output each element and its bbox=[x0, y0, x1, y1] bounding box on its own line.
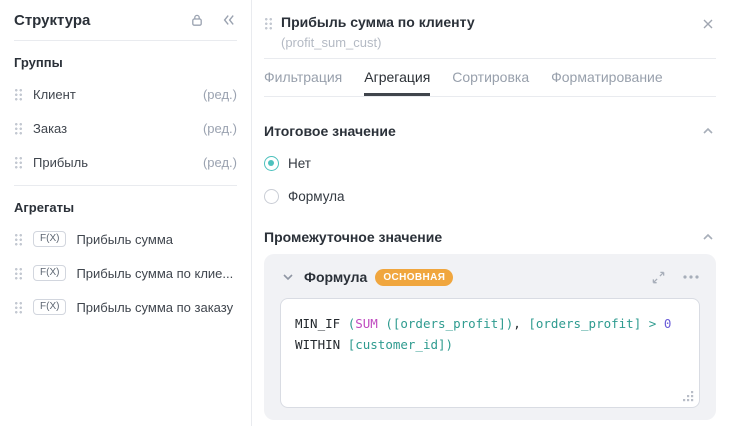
group-item-profit[interactable]: Прибыль (ред.) bbox=[14, 145, 237, 179]
resize-grip-icon[interactable] bbox=[683, 391, 694, 402]
aggregates-list: F(X) Прибыль сумма F(X) Прибыль сумма по… bbox=[14, 222, 237, 324]
aggregates-heading: Агрегаты bbox=[14, 200, 237, 218]
collapse-double-chevron-icon[interactable] bbox=[221, 12, 237, 28]
formula-block-title: Формула bbox=[304, 269, 367, 285]
tab-formatting[interactable]: Форматирование bbox=[551, 59, 663, 96]
formula-card: Формула ОСНОВНАЯ bbox=[264, 254, 716, 420]
drag-handle-icon[interactable] bbox=[14, 233, 23, 246]
aggregate-item-profit-sum[interactable]: F(X) Прибыль сумма bbox=[14, 222, 237, 256]
chevron-down-icon[interactable] bbox=[280, 269, 296, 285]
sidebar-divider bbox=[14, 185, 237, 186]
formula-fx-badge: F(X) bbox=[33, 231, 66, 247]
aggregate-item-label: Прибыль сумма по клие... bbox=[76, 266, 237, 281]
edit-link[interactable]: (ред.) bbox=[203, 121, 237, 136]
group-item-order[interactable]: Заказ (ред.) bbox=[14, 111, 237, 145]
groups-heading: Группы bbox=[14, 55, 237, 73]
aggregate-item-label: Прибыль сумма по заказу bbox=[76, 300, 237, 315]
close-icon[interactable] bbox=[700, 16, 716, 32]
drag-handle-icon[interactable] bbox=[14, 267, 23, 280]
app-window: Структура Группы bbox=[0, 0, 730, 426]
panel-title: Прибыль сумма по клиенту bbox=[281, 14, 700, 30]
sidebar-divider bbox=[14, 40, 237, 41]
radio-label: Нет bbox=[288, 156, 311, 171]
drag-handle-icon[interactable] bbox=[14, 301, 23, 314]
primary-badge: ОСНОВНАЯ bbox=[375, 269, 453, 286]
total-value-option-formula[interactable]: Формула bbox=[264, 187, 716, 205]
total-value-option-none[interactable]: Нет bbox=[264, 154, 716, 172]
field-settings-panel: Прибыль сумма по клиенту (profit_sum_cus… bbox=[252, 0, 730, 426]
drag-handle-icon[interactable] bbox=[14, 156, 23, 169]
edit-link[interactable]: (ред.) bbox=[203, 87, 237, 102]
intermediate-value-section-header: Промежуточное значение bbox=[264, 229, 716, 245]
sidebar-header: Структура bbox=[14, 0, 237, 40]
tab-filtering[interactable]: Фильтрация bbox=[264, 59, 342, 96]
total-value-section-header: Итоговое значение bbox=[264, 123, 716, 139]
drag-handle-icon[interactable] bbox=[14, 122, 23, 135]
formula-fx-badge: F(X) bbox=[33, 265, 66, 281]
chevron-up-icon[interactable] bbox=[700, 123, 716, 139]
formula-code-editor[interactable]: MIN_IF (SUM ([orders_profit]), [orders_p… bbox=[280, 298, 700, 408]
chevron-up-icon[interactable] bbox=[700, 229, 716, 245]
edit-link[interactable]: (ред.) bbox=[203, 155, 237, 170]
aggregate-item-label: Прибыль сумма bbox=[76, 232, 237, 247]
radio-label: Формула bbox=[288, 189, 345, 204]
more-options-icon[interactable] bbox=[682, 269, 700, 285]
formula-code: MIN_IF (SUM ([orders_profit]), [orders_p… bbox=[295, 313, 685, 355]
drag-handle-icon[interactable] bbox=[14, 88, 23, 101]
radio-unselected-icon[interactable] bbox=[264, 189, 279, 204]
group-item-label: Прибыль bbox=[33, 155, 193, 170]
tab-aggregation[interactable]: Агрегация bbox=[364, 59, 430, 96]
aggregate-item-profit-sum-order[interactable]: F(X) Прибыль сумма по заказу bbox=[14, 290, 237, 324]
group-item-client[interactable]: Клиент (ред.) bbox=[14, 77, 237, 111]
structure-sidebar: Структура Группы bbox=[0, 0, 252, 426]
formula-card-header: Формула ОСНОВНАЯ bbox=[280, 266, 700, 288]
panel-header: Прибыль сумма по клиенту (profit_sum_cus… bbox=[264, 0, 716, 50]
sidebar-title: Структура bbox=[14, 12, 90, 29]
lock-icon[interactable] bbox=[189, 12, 205, 28]
formula-fx-badge: F(X) bbox=[33, 299, 66, 315]
groups-list: Клиент (ред.) Заказ (ред.) Прибыль (ред.… bbox=[14, 77, 237, 179]
total-value-heading: Итоговое значение bbox=[264, 123, 396, 139]
aggregate-item-profit-sum-cust[interactable]: F(X) Прибыль сумма по клие... bbox=[14, 256, 237, 290]
radio-selected-icon[interactable] bbox=[264, 156, 279, 171]
drag-handle-icon[interactable] bbox=[264, 17, 273, 30]
panel-subtitle: (profit_sum_cust) bbox=[281, 35, 700, 50]
expand-icon[interactable] bbox=[651, 270, 666, 285]
group-item-label: Заказ bbox=[33, 121, 193, 136]
group-item-label: Клиент bbox=[33, 87, 193, 102]
tab-sorting[interactable]: Сортировка bbox=[452, 59, 529, 96]
intermediate-value-heading: Промежуточное значение bbox=[264, 229, 442, 245]
settings-tabs: Фильтрация Агрегация Сортировка Форматир… bbox=[264, 59, 716, 97]
